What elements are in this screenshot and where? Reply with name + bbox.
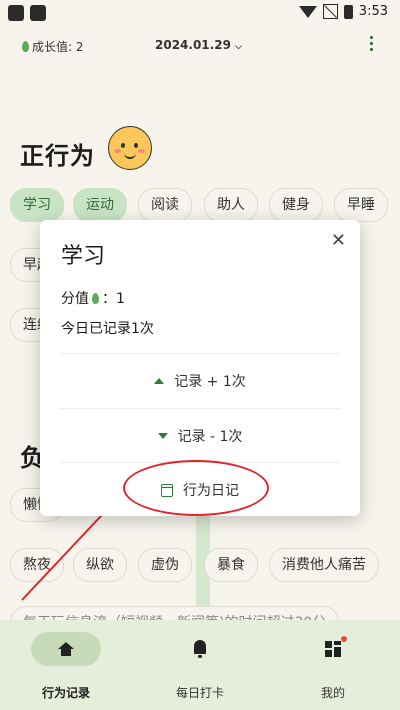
behavior-popup: 学习 ✕ 分值 ：1 今日已记录1次 记录 + 1次 记录 - 1次 行为日记 <box>40 220 360 516</box>
record-plus-label: 记录 + 1次 <box>174 374 246 390</box>
nav-daily-checkin[interactable]: 每日打卡 <box>145 632 255 701</box>
record-minus-button[interactable]: 记录 - 1次 <box>40 409 360 463</box>
nav-label: 行为记录 <box>41 686 90 700</box>
home-icon <box>58 642 74 656</box>
close-icon[interactable]: ✕ <box>331 230 346 251</box>
popup-today-count: 今日已记录1次 <box>61 321 154 337</box>
score-label: 分值 <box>61 291 89 307</box>
nav-label: 每日打卡 <box>175 686 224 700</box>
highlight-circle <box>123 460 269 516</box>
bell-icon <box>194 640 206 658</box>
leaf-icon <box>92 292 99 304</box>
arrow-up-icon <box>154 378 165 384</box>
score-value: ：1 <box>102 291 125 307</box>
arrow-down-icon <box>157 433 168 439</box>
bottom-nav: 行为记录 每日打卡 我的 <box>0 620 400 710</box>
nav-label: 我的 <box>320 686 345 700</box>
grid-icon <box>325 641 341 657</box>
record-plus-button[interactable]: 记录 + 1次 <box>40 354 360 408</box>
popup-title: 学习 <box>61 244 106 269</box>
record-minus-label: 记录 - 1次 <box>177 429 243 445</box>
popup-score: 分值 ：1 <box>61 288 125 308</box>
nav-behavior-record[interactable]: 行为记录 <box>11 632 121 701</box>
notification-dot <box>341 636 347 642</box>
nav-mine[interactable]: 我的 <box>278 632 388 701</box>
